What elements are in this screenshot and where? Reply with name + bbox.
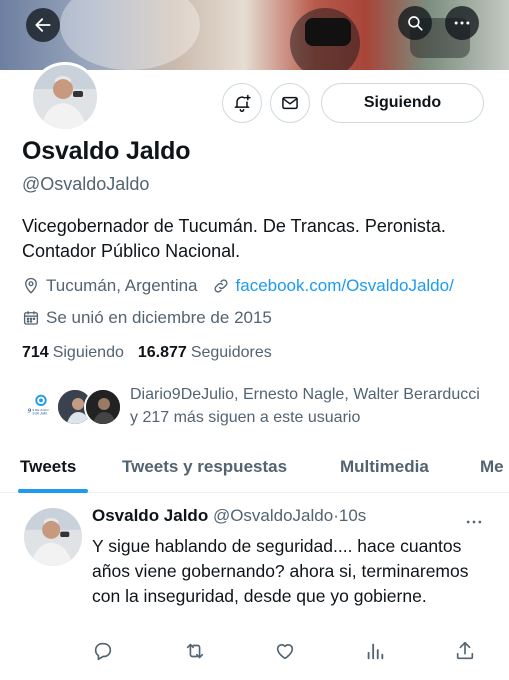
profile-handle: @OsvaldoJaldo: [22, 174, 150, 194]
mail-icon: [282, 96, 298, 110]
reply-button[interactable]: [92, 640, 114, 667]
like-icon: [276, 644, 294, 660]
following-count-link[interactable]: 714 Siguiendo: [22, 344, 124, 362]
tweet-header: Osvaldo Jaldo @OsvaldoJaldo·10s: [92, 506, 366, 526]
views-button[interactable]: [364, 640, 386, 667]
tab-likes[interactable]: Me: [480, 457, 504, 477]
tweet-time[interactable]: 10s: [339, 506, 366, 525]
share-button[interactable]: [454, 640, 476, 667]
profile-location-row: Tucumán, Argentina facebook.com/OsvaldoJ…: [22, 276, 454, 296]
avatar-photo: [33, 65, 97, 129]
search-icon: [408, 16, 423, 31]
profile-counts: 714 Siguiendo 16.877 Seguidores: [22, 344, 286, 362]
tweet-avatar[interactable]: [24, 508, 82, 566]
known-followers[interactable]: 9 9 DE JULIO 9 de Julio Diario9DeJulio, …: [22, 383, 490, 429]
views-icon: [367, 643, 384, 660]
known-followers-text: Diario9DeJulio, Ernesto Nagle, Walter Be…: [130, 386, 480, 426]
followers-label: Seguidores: [190, 344, 272, 361]
tab-tweets[interactable]: Tweets: [20, 457, 76, 477]
profile-joined-date: Se unió en diciembre de 2015: [46, 308, 272, 327]
more-icon: [454, 21, 470, 25]
message-button[interactable]: [270, 83, 310, 123]
banner-shape: [60, 0, 200, 70]
reply-icon: [94, 642, 112, 661]
tweet-author-handle[interactable]: @OsvaldoJaldo: [213, 506, 333, 525]
bell-plus-icon: [234, 94, 251, 113]
following-button[interactable]: Siguiendo: [321, 83, 484, 123]
calendar-icon: [23, 311, 39, 325]
more-icon: [466, 520, 482, 524]
following-label: Siguiendo: [52, 344, 124, 361]
profile-location: Tucumán, Argentina: [46, 276, 198, 295]
back-arrow-icon: [35, 18, 51, 32]
profile-avatar[interactable]: [30, 62, 100, 132]
diario-logo-bottom: 9 de Julio: [33, 412, 48, 416]
profile-joined-row: Se unió en diciembre de 2015: [22, 308, 272, 328]
known-followers-avatars: 9 9 DE JULIO 9 de Julio: [22, 384, 126, 428]
retweet-icon: [186, 643, 204, 659]
tab-tweets-replies[interactable]: Tweets y respuestas: [122, 457, 287, 477]
followers-count: 16.877: [137, 344, 187, 361]
like-button[interactable]: [274, 640, 296, 667]
more-options-button[interactable]: [445, 6, 479, 40]
tweet[interactable]: Osvaldo Jaldo @OsvaldoJaldo·10s Y sigue …: [0, 494, 509, 680]
followers-count-link[interactable]: 16.877 Seguidores: [138, 344, 272, 362]
location-icon: [25, 277, 37, 294]
link-icon: [213, 279, 228, 293]
tweet-text: Y sigue hablando de seguridad.... hace c…: [92, 536, 469, 606]
profile-website-link[interactable]: facebook.com/OsvaldoJaldo/: [236, 276, 454, 296]
tab-media[interactable]: Multimedia: [340, 457, 429, 477]
back-button[interactable]: [26, 8, 60, 42]
tweet-author-name[interactable]: Osvaldo Jaldo: [92, 506, 208, 525]
profile-tabs: Tweets Tweets y respuestas Multimedia Me: [0, 443, 509, 493]
profile-bio: Vicegobernador de Tucumán. De Trancas. P…: [22, 216, 446, 261]
follower-avatar: 9 9 DE JULIO 9 de Julio: [22, 388, 60, 426]
profile-banner[interactable]: [0, 0, 509, 70]
follower-avatar: [84, 388, 122, 426]
tweet-actions: [92, 640, 492, 664]
svg-text:9: 9: [28, 408, 32, 415]
following-count: 714: [22, 344, 49, 361]
diario-logo: 9 9 DE JULIO 9 de Julio: [28, 394, 49, 416]
profile-name: Osvaldo Jaldo: [22, 137, 191, 165]
notifications-button[interactable]: [222, 83, 262, 123]
active-tab-indicator: [18, 489, 88, 493]
share-icon: [456, 641, 474, 660]
avatar-photo: [24, 508, 82, 566]
retweet-button[interactable]: [184, 640, 206, 667]
search-button[interactable]: [398, 6, 432, 40]
banner-shape: [305, 18, 351, 46]
